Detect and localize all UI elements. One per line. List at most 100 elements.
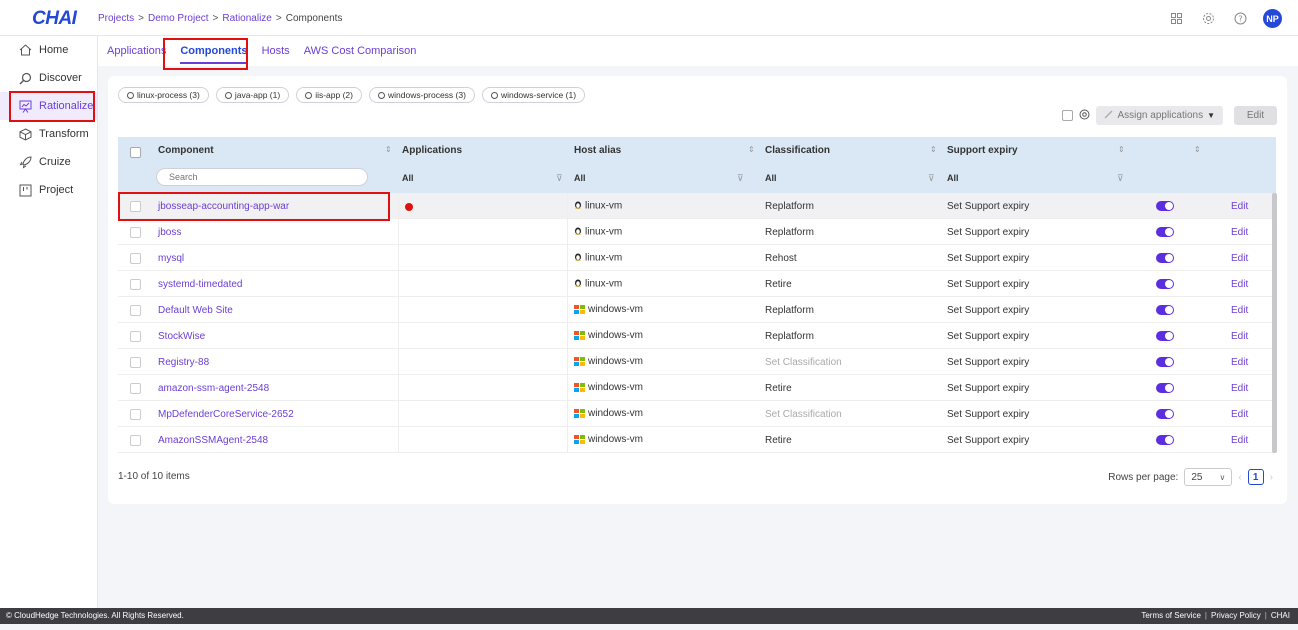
page-number-button[interactable]: 1 (1247, 469, 1264, 485)
row-edit-link[interactable]: Edit (1231, 357, 1248, 368)
applications-filter-value[interactable]: All (402, 173, 414, 183)
classification-cell[interactable]: Retire (765, 435, 792, 446)
row-edit-link[interactable]: Edit (1231, 331, 1248, 342)
row-edit-link[interactable]: Edit (1231, 305, 1248, 316)
table-row[interactable]: MpDefenderCoreService-2652 windows-vm Set … (118, 401, 1276, 427)
support-expiry-cell[interactable]: Set Support expiry (947, 383, 1029, 394)
sidebar-item-transform[interactable]: Transform (0, 120, 97, 148)
classification-cell[interactable]: Set Classification (765, 357, 842, 368)
row-checkbox[interactable] (130, 435, 141, 446)
row-toggle[interactable] (1156, 279, 1174, 289)
filter-chip-linux-process[interactable]: linux-process (3) (118, 87, 209, 103)
classification-cell[interactable]: Replatform (765, 305, 814, 316)
component-name-link[interactable]: Default Web Site (158, 305, 233, 316)
row-toggle[interactable] (1156, 357, 1174, 367)
table-row[interactable]: mysql linux-vm Rehost Set Support expiry Edi… (118, 245, 1276, 271)
help-icon[interactable]: ? (1231, 10, 1249, 28)
sort-icon[interactable]: ⇕ (1194, 145, 1201, 154)
sort-icon[interactable]: ⇕ (930, 145, 937, 154)
support-expiry-cell[interactable]: Set Support expiry (947, 305, 1029, 316)
at-icon[interactable] (1079, 109, 1090, 123)
support-expiry-cell[interactable]: Set Support expiry (947, 409, 1029, 420)
support-expiry-cell[interactable]: Set Support expiry (947, 227, 1029, 238)
tab-hosts[interactable]: Hosts (262, 36, 290, 66)
row-toggle[interactable] (1156, 331, 1174, 341)
classification-cell[interactable]: Replatform (765, 201, 814, 212)
component-name-link[interactable]: jbosseap-accounting-app-war (158, 201, 289, 212)
filter-chip-windows-service[interactable]: windows-service (1) (481, 87, 586, 103)
support-expiry-cell[interactable]: Set Support expiry (947, 357, 1029, 368)
component-name-link[interactable]: AmazonSSMAgent-2548 (158, 435, 268, 446)
privacy-link[interactable]: Privacy Policy (1211, 611, 1261, 620)
column-header-classification[interactable]: Classification (765, 145, 830, 156)
table-row[interactable]: amazon-ssm-agent-2548 windows-vm Retire Set… (118, 375, 1276, 401)
table-scrollbar[interactable] (1272, 193, 1277, 453)
classification-cell[interactable]: Retire (765, 279, 792, 290)
classification-cell[interactable]: Replatform (765, 227, 814, 238)
chai-logo[interactable]: CHAI (32, 8, 77, 30)
support-expiry-cell[interactable]: Set Support expiry (947, 201, 1029, 212)
support-expiry-filter-value[interactable]: All (947, 173, 959, 183)
component-name-link[interactable]: jboss (158, 227, 181, 238)
filter-chip-iis-app[interactable]: iis-app (2) (296, 87, 362, 103)
component-name-link[interactable]: systemd-timedated (158, 279, 242, 290)
classification-cell[interactable]: Retire (765, 383, 792, 394)
classification-filter-value[interactable]: All (765, 173, 777, 183)
row-checkbox[interactable] (130, 305, 141, 316)
terms-link[interactable]: Terms of Service (1141, 611, 1201, 620)
gear-icon[interactable] (1199, 10, 1217, 28)
row-checkbox[interactable] (130, 409, 141, 420)
tab-applications[interactable]: Applications (107, 36, 166, 66)
sidebar-item-project[interactable]: Project (0, 176, 97, 204)
row-checkbox[interactable] (130, 357, 141, 368)
sort-icon[interactable]: ⇕ (385, 145, 392, 154)
table-row[interactable]: StockWise windows-vm Replatform Set Support… (118, 323, 1276, 349)
tab-components[interactable]: Components (180, 36, 248, 66)
table-row[interactable]: jboss linux-vm Replatform Set Support expir… (118, 219, 1276, 245)
next-page-icon[interactable]: › (1270, 472, 1273, 483)
row-toggle[interactable] (1156, 227, 1174, 237)
sort-icon[interactable]: ⇕ (1118, 145, 1125, 154)
row-checkbox[interactable] (130, 253, 141, 264)
row-edit-link[interactable]: Edit (1231, 253, 1248, 264)
component-name-link[interactable]: StockWise (158, 331, 205, 342)
row-toggle[interactable] (1156, 253, 1174, 263)
component-name-link[interactable]: mysql (158, 253, 184, 264)
row-edit-link[interactable]: Edit (1231, 201, 1248, 212)
breadcrumb-rationalize[interactable]: Rationalize (222, 13, 271, 24)
sidebar-item-rationalize[interactable]: Rationalize (0, 92, 97, 120)
table-row[interactable]: Registry-88 windows-vm Set Classification S… (118, 349, 1276, 375)
table-row[interactable]: jbosseap-accounting-app-war linux-vm Repla… (118, 193, 1276, 219)
filter-icon[interactable]: ⊽ (1117, 173, 1124, 184)
support-expiry-cell[interactable]: Set Support expiry (947, 331, 1029, 342)
row-edit-link[interactable]: Edit (1231, 435, 1248, 446)
support-expiry-cell[interactable]: Set Support expiry (947, 253, 1029, 264)
filter-icon[interactable]: ⊽ (556, 173, 563, 184)
filter-chip-windows-process[interactable]: windows-process (3) (368, 87, 475, 103)
chai-footer-link[interactable]: CHAI (1271, 611, 1290, 620)
row-toggle[interactable] (1156, 409, 1174, 419)
tab-aws-cost-comparison[interactable]: AWS Cost Comparison (304, 36, 417, 66)
filter-icon[interactable]: ⊽ (928, 173, 935, 184)
filter-chip-java-app[interactable]: java-app (1) (215, 87, 290, 103)
table-row[interactable]: AmazonSSMAgent-2548 windows-vm Retire Set S… (118, 427, 1276, 453)
row-checkbox[interactable] (130, 383, 141, 394)
classification-cell[interactable]: Replatform (765, 331, 814, 342)
sidebar-item-discover[interactable]: Discover (0, 64, 97, 92)
row-checkbox[interactable] (130, 201, 141, 212)
row-edit-link[interactable]: Edit (1231, 279, 1248, 290)
support-expiry-cell[interactable]: Set Support expiry (947, 279, 1029, 290)
sidebar-item-cruize[interactable]: Cruize (0, 148, 97, 176)
filter-icon[interactable]: ⊽ (737, 173, 744, 184)
column-header-component[interactable]: Component (158, 145, 214, 156)
column-header-host-alias[interactable]: Host alias (574, 145, 621, 156)
component-name-link[interactable]: amazon-ssm-agent-2548 (158, 383, 269, 394)
row-checkbox[interactable] (130, 279, 141, 290)
column-header-applications[interactable]: Applications (402, 145, 462, 156)
component-name-link[interactable]: MpDefenderCoreService-2652 (158, 409, 294, 420)
table-row[interactable]: systemd-timedated linux-vm Retire Set Suppo… (118, 271, 1276, 297)
row-toggle[interactable] (1156, 201, 1174, 211)
row-edit-link[interactable]: Edit (1231, 409, 1248, 420)
grid-icon[interactable] (1167, 10, 1185, 28)
component-name-link[interactable]: Registry-88 (158, 357, 209, 368)
